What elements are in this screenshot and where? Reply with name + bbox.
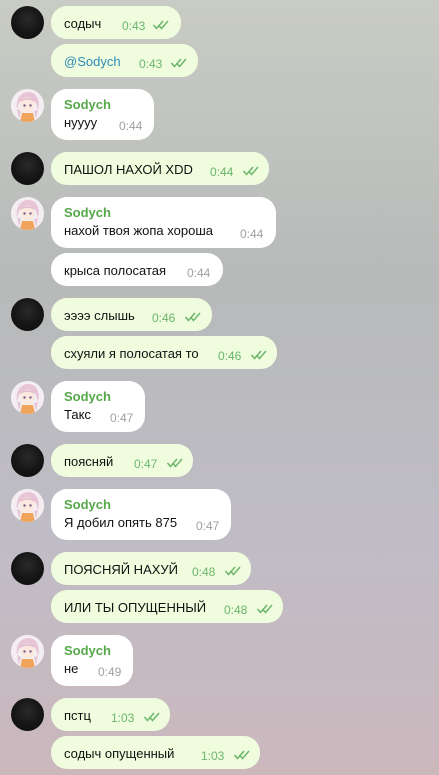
double-check-icon [167,458,183,468]
double-check-icon [185,312,201,322]
sodych-avatar[interactable] [11,635,44,668]
anime-girl-avatar-image [11,635,44,668]
message-text: нахой твоя жопа хороша [64,223,213,238]
double-check-icon [243,166,259,176]
message-text: не [64,661,79,676]
double-check-icon [171,58,187,68]
message-text: ИЛИ ТЫ ОПУЩЕННЫЙ [64,600,207,615]
sodych-avatar[interactable] [11,89,44,122]
message-time: 0:48 [192,565,216,579]
message-bubble-incoming[interactable]: Sodych не 0:49 [51,635,133,686]
message-bubble-outgoing[interactable]: поясняй 0:47 [51,444,193,477]
my-avatar[interactable] [11,552,44,585]
message-time: 0:49 [98,665,122,679]
message-bubble-incoming[interactable]: крыса полосатая 0:44 [51,253,223,286]
message-bubble-outgoing[interactable]: ээээ слышь 0:46 [51,298,212,331]
double-check-icon [144,712,160,722]
chat-view: { "colors": { "outgoing_bubble": "#effdd… [0,0,439,775]
message-time: 0:47 [110,411,134,425]
message-bubble-outgoing[interactable]: ПАШОЛ НАХОЙ XDD 0:44 [51,152,269,185]
message-bubble-outgoing[interactable]: содыч опущенный 1:03 [51,736,260,769]
message-text: нуууу [64,115,98,130]
message-time: 0:43 [122,19,146,33]
message-time: 0:43 [139,57,163,71]
my-avatar[interactable] [11,152,44,185]
double-check-icon [225,566,241,576]
message-text: ээээ слышь [64,308,135,323]
message-text: поясняй [64,454,114,469]
anime-girl-avatar-image [11,489,44,522]
message-time: 0:44 [210,165,234,179]
double-check-icon [153,20,169,30]
sodych-avatar[interactable] [11,489,44,522]
message-text: пстц [64,708,91,723]
message-text: содыч опущенный [64,746,175,761]
sender-name[interactable]: Sodych [64,97,111,112]
message-time: 0:47 [134,457,158,471]
message-bubble-incoming[interactable]: Sodych нуууу 0:44 [51,89,154,140]
message-text: ПАШОЛ НАХОЙ XDD [64,162,193,177]
anime-girl-avatar-image [11,89,44,122]
double-check-icon [251,350,267,360]
double-check-icon [257,604,273,614]
message-text: крыса полосатая [64,263,167,278]
sodych-avatar[interactable] [11,381,44,414]
anime-girl-avatar-image [11,381,44,414]
message-bubble-incoming[interactable]: Sodych нахой твоя жопа хороша 0:44 [51,197,276,248]
message-time: 0:46 [152,311,176,325]
message-text: Я добил опять 875 [64,515,178,530]
message-text: Такс [64,407,91,422]
sender-name[interactable]: Sodych [64,497,111,512]
message-time: 0:48 [224,603,248,617]
sender-name[interactable]: Sodych [64,389,111,404]
my-avatar[interactable] [11,298,44,331]
mention-link[interactable]: @Sodych [64,54,121,69]
message-text: содыч [64,16,102,31]
my-avatar[interactable] [11,6,44,39]
message-text: схуяли я полосатая то [64,346,199,361]
message-time: 1:03 [111,711,135,725]
message-time: 0:44 [240,227,264,241]
message-time: 0:44 [119,119,143,133]
message-bubble-outgoing[interactable]: пстц 1:03 [51,698,170,731]
message-bubble-incoming[interactable]: Sodych Я добил опять 875 0:47 [51,489,231,540]
double-check-icon [234,750,250,760]
message-bubble-outgoing[interactable]: содыч 0:43 [51,6,181,39]
message-bubble-outgoing[interactable]: ИЛИ ТЫ ОПУЩЕННЫЙ 0:48 [51,590,283,623]
message-time: 0:47 [196,519,220,533]
sodych-avatar[interactable] [11,197,44,230]
sender-name[interactable]: Sodych [64,643,111,658]
message-time: 1:03 [201,749,225,763]
message-time: 0:46 [218,349,242,363]
message-bubble-outgoing[interactable]: ПОЯСНЯЙ НАХУЙ 0:48 [51,552,251,585]
message-bubble-outgoing[interactable]: схуяли я полосатая то 0:46 [51,336,277,369]
message-bubble-incoming[interactable]: Sodych Такс 0:47 [51,381,145,432]
message-bubble-outgoing[interactable]: @Sodych 0:43 [51,44,198,77]
my-avatar[interactable] [11,698,44,731]
anime-girl-avatar-image [11,197,44,230]
my-avatar[interactable] [11,444,44,477]
message-time: 0:44 [187,266,211,280]
sender-name[interactable]: Sodych [64,205,111,220]
message-text: ПОЯСНЯЙ НАХУЙ [64,562,179,577]
